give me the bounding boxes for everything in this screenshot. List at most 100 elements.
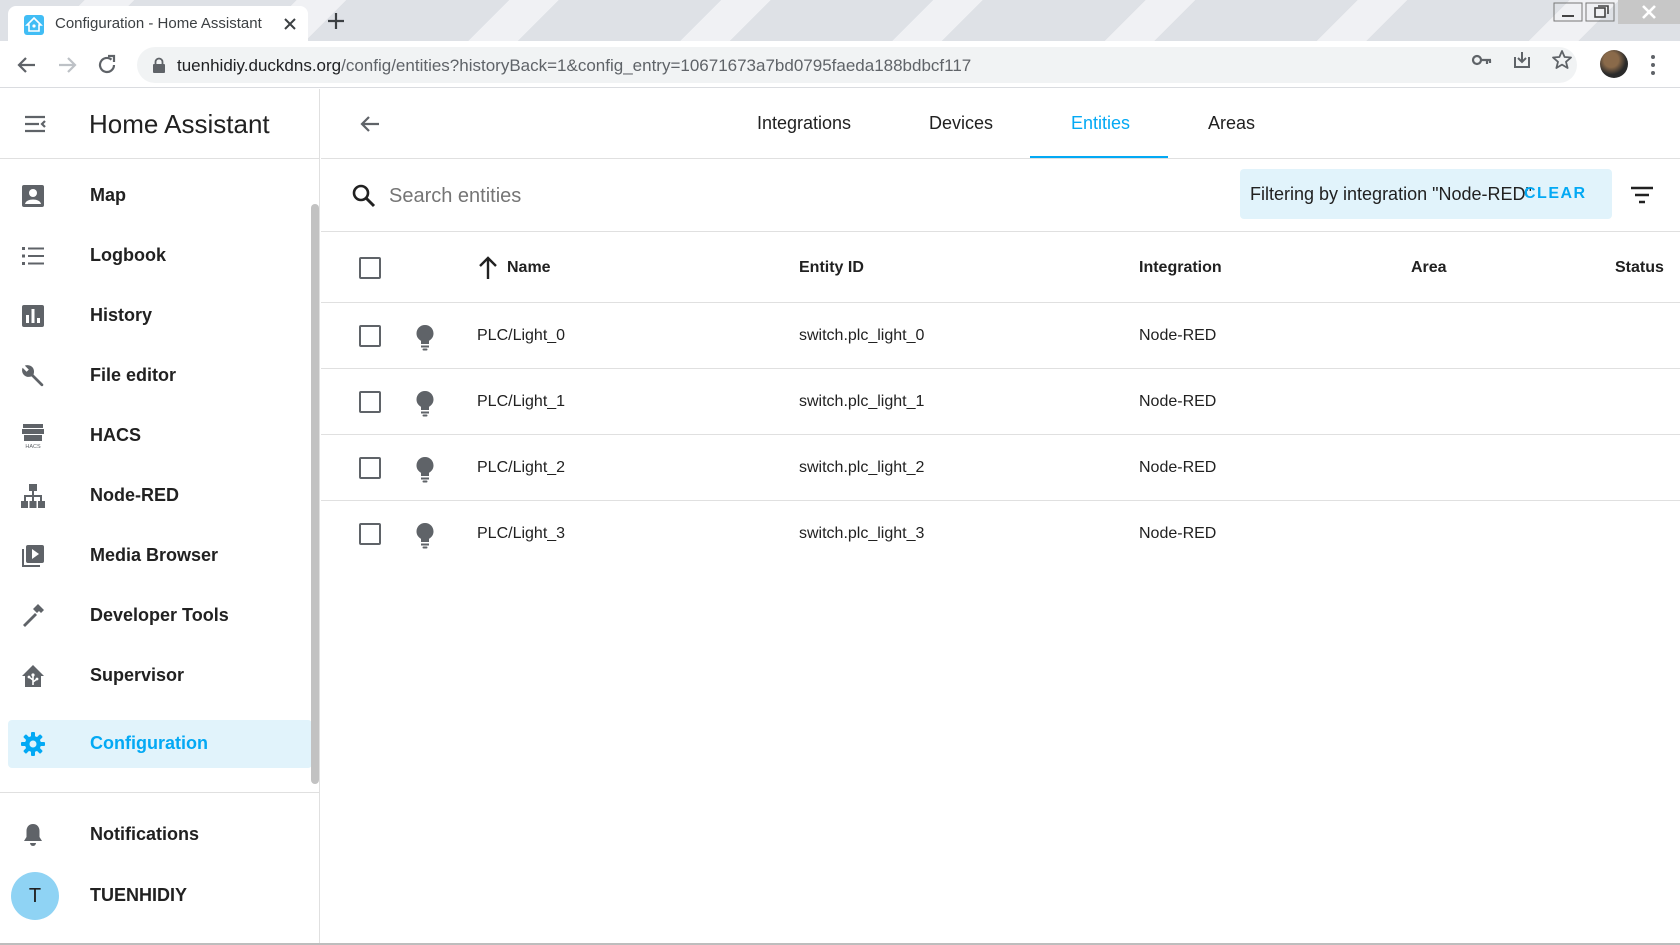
search-bar: Filtering by integration "Node-RED" CLEA… (321, 159, 1680, 232)
menu-open-icon[interactable] (22, 111, 48, 137)
tab-entities[interactable]: Entities (1071, 113, 1130, 134)
entity-integration: Node-RED (1139, 525, 1217, 542)
sidebar-item-label: Media Browser (90, 545, 219, 565)
back-arrow-icon[interactable] (14, 52, 40, 78)
entity-name: PLC/Light_1 (477, 393, 566, 410)
restore-window-icon[interactable] (1584, 0, 1620, 24)
bookmark-star-icon[interactable] (1551, 49, 1573, 71)
browser-tab-strip: Configuration - Home Assistant (0, 0, 1680, 41)
entity-name: PLC/Light_3 (477, 525, 566, 542)
sidebar-item-label: Supervisor (90, 665, 185, 685)
row-checkbox[interactable] (359, 457, 381, 479)
back-arrow-icon[interactable] (357, 111, 383, 137)
hammer-icon (20, 603, 46, 629)
svg-text:HACS: HACS (25, 444, 41, 449)
sidebar-item-label: Configuration (90, 733, 208, 753)
search-input[interactable] (389, 181, 889, 211)
forward-arrow-icon[interactable] (54, 52, 80, 78)
entity-id: switch.plc_light_2 (799, 459, 925, 476)
sidebar-item-node-red[interactable]: Node-RED (8, 472, 312, 520)
column-header-name[interactable]: Name (507, 259, 551, 277)
url-host: tuenhidiy.duckdns.org (177, 56, 342, 75)
sitemap-icon (20, 483, 46, 509)
sidebar-item-hacs[interactable]: HACS HACS (8, 412, 312, 460)
column-header-area[interactable]: Area (1411, 259, 1447, 277)
profile-avatar[interactable] (1600, 50, 1628, 78)
table-row[interactable]: PLC/Light_3 switch.plc_light_3 Node-RED (321, 501, 1680, 567)
hacs-icon: HACS (20, 423, 46, 449)
account-box-icon (20, 183, 46, 209)
entity-id: switch.plc_light_1 (799, 393, 925, 410)
tab-devices[interactable]: Devices (929, 113, 993, 134)
filter-text: Filtering by integration "Node-RED" (1250, 184, 1532, 204)
lock-icon (152, 57, 166, 73)
url-path: /config/entities?historyBack=1&config_en… (341, 56, 972, 75)
active-tab-indicator (1030, 156, 1168, 158)
entity-integration: Node-RED (1139, 459, 1217, 476)
sidebar-item-label: History (90, 305, 153, 325)
key-icon[interactable] (1471, 49, 1493, 71)
column-header-status[interactable]: Status (1615, 259, 1664, 277)
sidebar-item-media-browser[interactable]: Media Browser (8, 532, 312, 580)
search-icon (351, 183, 377, 209)
entity-name: PLC/Light_0 (477, 327, 566, 344)
filter-variant-icon[interactable] (1628, 181, 1656, 209)
lightbulb-icon (413, 389, 437, 417)
clear-filter-button[interactable]: CLEAR (1524, 185, 1587, 203)
row-checkbox[interactable] (359, 523, 381, 545)
sidebar-item-configuration[interactable]: Configuration (8, 720, 312, 768)
reload-icon[interactable] (94, 52, 120, 78)
sidebar-item-map[interactable]: Map (8, 172, 312, 220)
home-assistant-icon (20, 663, 46, 689)
new-tab-icon[interactable] (324, 9, 348, 33)
user-avatar[interactable]: T (11, 872, 59, 920)
wrench-icon (20, 363, 46, 389)
lightbulb-icon (413, 521, 437, 549)
sidebar-divider (0, 792, 320, 793)
sidebar-scrollbar[interactable] (311, 204, 319, 784)
tab-integrations[interactable]: Integrations (757, 113, 851, 134)
column-header-integration[interactable]: Integration (1139, 259, 1222, 277)
minimize-window-icon[interactable] (1550, 0, 1586, 24)
table-row[interactable]: PLC/Light_2 switch.plc_light_2 Node-RED (321, 435, 1680, 501)
sidebar-user-name: TUENHIDIY (90, 885, 188, 905)
close-window-icon[interactable] (1618, 0, 1680, 24)
sidebar-item-notifications[interactable]: Notifications (8, 811, 312, 859)
browser-tab-title: Configuration - Home Assistant (55, 15, 262, 32)
browser-menu-icon[interactable] (1643, 52, 1663, 78)
arrow-up-icon[interactable] (476, 255, 500, 281)
sidebar-item-label: File editor (90, 365, 177, 385)
select-all-checkbox[interactable] (359, 257, 381, 279)
column-header-entity-id[interactable]: Entity ID (799, 259, 864, 277)
entity-id: switch.plc_light_0 (799, 327, 925, 344)
filter-chip: Filtering by integration "Node-RED" CLEA… (1240, 169, 1612, 219)
sidebar-item-user[interactable]: TUENHIDIY (70, 872, 310, 920)
url-text: tuenhidiy.duckdns.org/config/entities?hi… (177, 56, 971, 76)
tab-areas[interactable]: Areas (1208, 113, 1255, 134)
sidebar-header: Home Assistant (0, 89, 320, 159)
entity-integration: Node-RED (1139, 393, 1217, 410)
lightbulb-icon (413, 323, 437, 351)
sidebar-item-label: Notifications (90, 824, 200, 844)
row-checkbox[interactable] (359, 325, 381, 347)
table-row[interactable]: PLC/Light_0 switch.plc_light_0 Node-RED (321, 303, 1680, 369)
sidebar-item-file-editor[interactable]: File editor (8, 352, 312, 400)
table-row[interactable]: PLC/Light_1 switch.plc_light_1 Node-RED (321, 369, 1680, 435)
sidebar-item-label: Map (90, 185, 126, 205)
play-box-multiple-icon (20, 543, 46, 569)
cog-icon (20, 731, 46, 757)
entity-id: switch.plc_light_3 (799, 525, 925, 542)
browser-tab[interactable]: Configuration - Home Assistant (8, 6, 308, 41)
sidebar-item-developer-tools[interactable]: Developer Tools (8, 592, 312, 640)
close-tab-icon[interactable] (280, 14, 300, 34)
install-app-icon[interactable] (1511, 49, 1533, 71)
chart-box-icon (20, 303, 46, 329)
row-checkbox[interactable] (359, 391, 381, 413)
sidebar-item-logbook[interactable]: Logbook (8, 232, 312, 280)
entity-integration: Node-RED (1139, 327, 1217, 344)
sidebar-item-label: HACS (90, 425, 142, 445)
sidebar-item-history[interactable]: History (8, 292, 312, 340)
sidebar-item-supervisor[interactable]: Supervisor (8, 652, 312, 700)
sidebar-item-label: Developer Tools (90, 605, 229, 625)
address-bar[interactable]: tuenhidiy.duckdns.org/config/entities?hi… (137, 47, 1577, 83)
